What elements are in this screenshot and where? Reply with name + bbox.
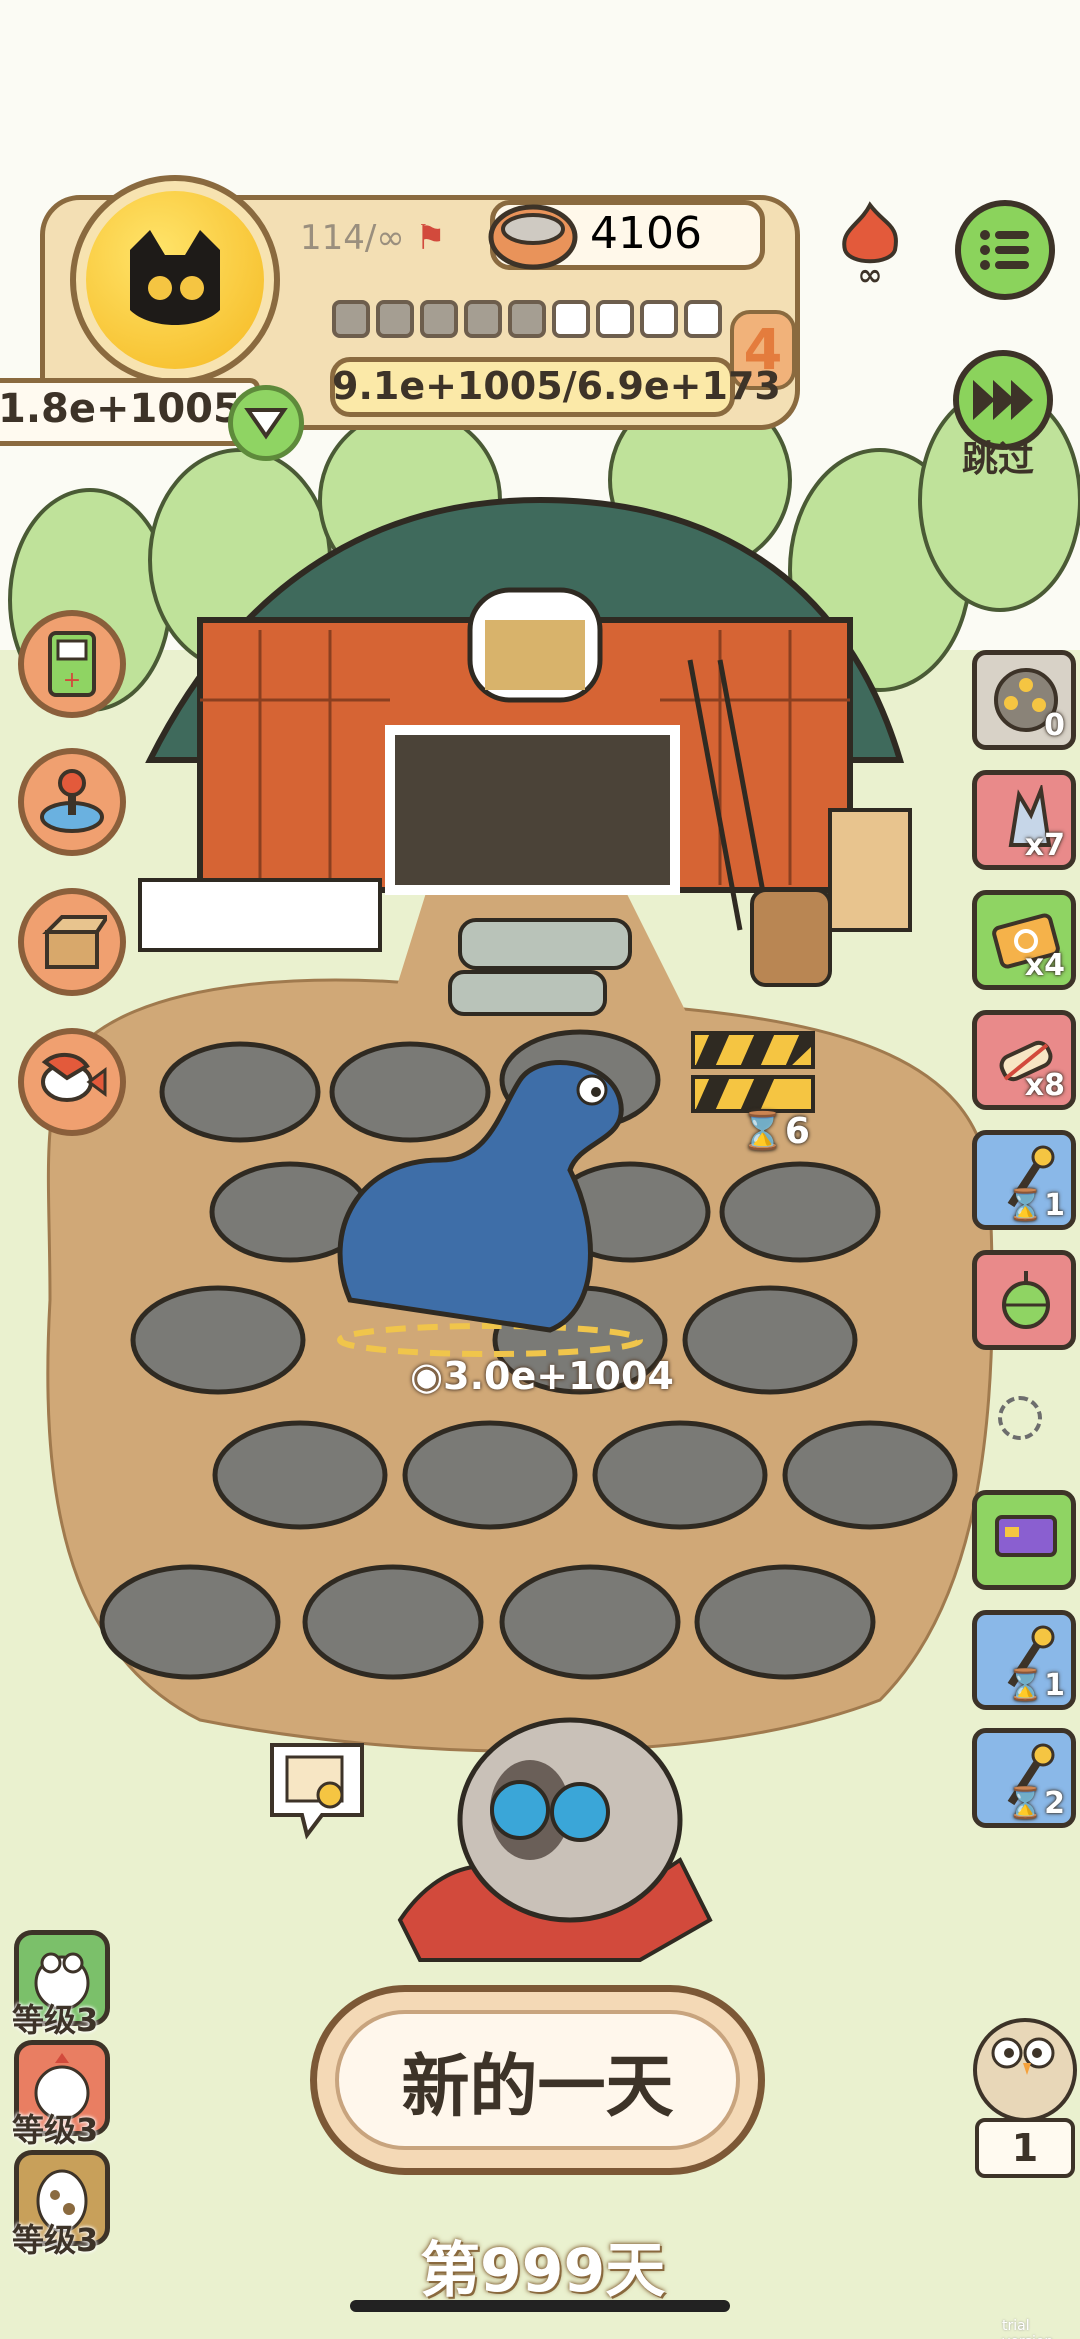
certificate-icon[interactable] bbox=[262, 1735, 372, 1845]
goldfish-button[interactable] bbox=[18, 1028, 126, 1136]
home-indicator[interactable] bbox=[350, 2300, 730, 2312]
new-day-button[interactable]: 新的一天 bbox=[310, 1985, 765, 2175]
level-label-3: 等级3 bbox=[12, 2221, 99, 2259]
heart-button[interactable] bbox=[228, 385, 304, 461]
plot-timer: ⌛6 bbox=[740, 1111, 810, 1152]
score-value: 1.8e+1005 bbox=[0, 386, 241, 432]
menu-button[interactable] bbox=[955, 200, 1055, 300]
player-avatar[interactable] bbox=[70, 175, 280, 385]
coin-value: 4106 bbox=[590, 208, 702, 259]
loading-gear-icon bbox=[998, 1396, 1042, 1440]
hourglass-icon: ⌛1 bbox=[1006, 1188, 1065, 1223]
list-icon bbox=[980, 230, 1029, 270]
item-egg-basket[interactable]: 0 bbox=[972, 650, 1076, 750]
heart-icon bbox=[244, 408, 288, 440]
vending-machine-icon: + bbox=[48, 631, 96, 697]
level-label-2: 等级3 bbox=[12, 2111, 99, 2149]
new-day-label: 新的一天 bbox=[335, 2010, 740, 2150]
owl-icon[interactable] bbox=[965, 1995, 1080, 2120]
dinosaur-icon[interactable] bbox=[320, 1050, 660, 1360]
svg-text:+: + bbox=[63, 668, 81, 693]
item-shovel-1[interactable]: ⌛1 bbox=[972, 1130, 1076, 1230]
progress-label: 9.1e+1005/6.9e+173 bbox=[332, 364, 781, 408]
black-cat-avatar-icon bbox=[86, 191, 264, 369]
game-scene: ⌛6 ◉3.0e+1004 114/∞ ⚑ 4106 4 9.1e+1005/6 bbox=[0, 0, 1080, 2339]
day-counter: 第999天 bbox=[420, 2236, 666, 2306]
credit-card-icon bbox=[995, 1515, 1057, 1557]
item-scroll[interactable]: x8 bbox=[972, 1010, 1076, 1110]
box-icon bbox=[42, 915, 107, 969]
item-shovel-3[interactable]: ⌛2 bbox=[972, 1728, 1076, 1828]
level-label-1: 等级3 bbox=[12, 2001, 99, 2039]
joystick-button[interactable] bbox=[18, 748, 126, 856]
item-card[interactable] bbox=[972, 1490, 1076, 1590]
box-button[interactable] bbox=[18, 888, 126, 996]
food-bowl-icon bbox=[488, 204, 578, 270]
item-crystal[interactable]: x7 bbox=[972, 770, 1076, 870]
progress-segments bbox=[332, 300, 722, 338]
fast-forward-icon bbox=[973, 380, 1033, 420]
goldfish-icon bbox=[41, 1053, 107, 1102]
yield-label: ◉3.0e+1004 bbox=[410, 1354, 674, 1398]
infinite-fire-icon[interactable]: ∞ bbox=[830, 200, 910, 290]
hourglass-icon: ⌛2 bbox=[1006, 1786, 1065, 1821]
item-shovel-2[interactable]: ⌛1 bbox=[972, 1610, 1076, 1710]
bell-icon bbox=[1002, 1271, 1050, 1329]
shop-machine-button[interactable]: + bbox=[18, 610, 126, 718]
watermark: trial version bbox=[1002, 2318, 1053, 2339]
flag-icon: ⚑ bbox=[415, 218, 446, 258]
level-progress: 114/∞ ⚑ bbox=[300, 218, 446, 258]
svg-text:∞: ∞ bbox=[858, 258, 883, 290]
joystick-icon bbox=[40, 769, 104, 833]
item-bell[interactable] bbox=[972, 1250, 1076, 1350]
item-swap-ticket[interactable]: x4 bbox=[972, 890, 1076, 990]
owl-count: 1 bbox=[975, 2118, 1075, 2178]
skip-label: 跳过 bbox=[962, 439, 1035, 480]
hourglass-icon: ⌛1 bbox=[1006, 1668, 1065, 1703]
cat-icon[interactable] bbox=[380, 1700, 730, 1980]
